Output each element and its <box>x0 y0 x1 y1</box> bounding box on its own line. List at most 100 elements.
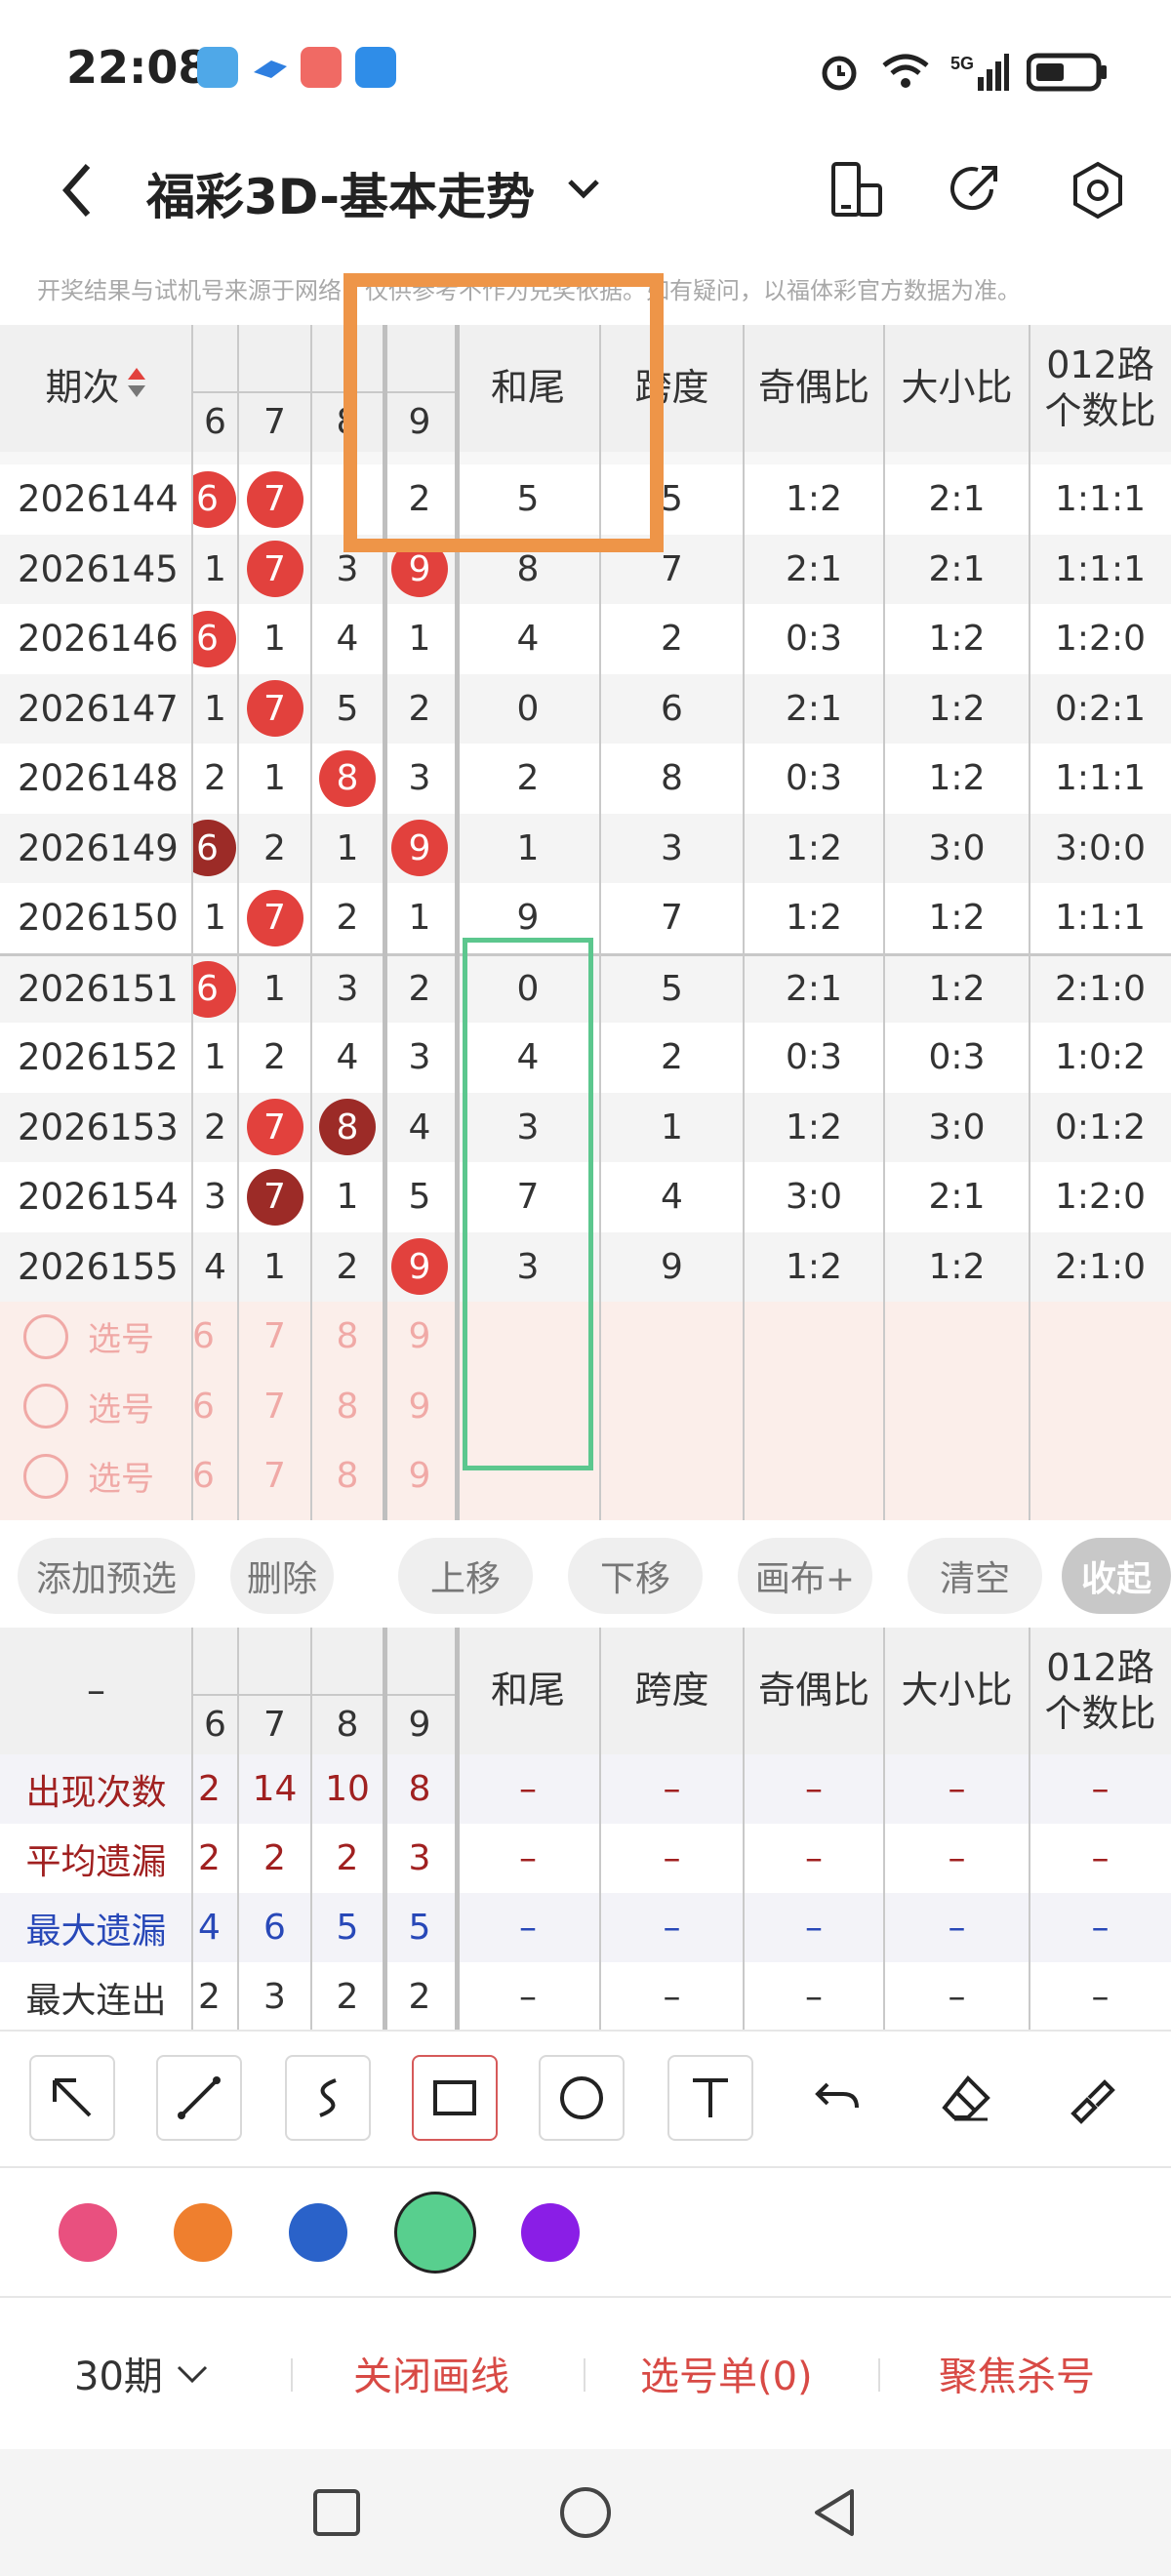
pick-digit[interactable]: 6 <box>192 1441 238 1511</box>
drawn-rectangle-green <box>463 938 593 1470</box>
rotate-screen-button[interactable] <box>822 156 890 224</box>
stats-digit-value: 8 <box>408 1769 431 1809</box>
digit-cell: 4 <box>204 1246 226 1287</box>
period-select-label: 30期 <box>74 2355 163 2399</box>
route-header-line: 个数比 <box>1044 1692 1156 1735</box>
canvas-add-button[interactable]: 画布+ <box>738 1538 872 1614</box>
text-tool[interactable] <box>667 2055 753 2141</box>
sort-arrows-icon[interactable] <box>126 364 147 413</box>
span-cell: 5 <box>661 969 683 1010</box>
line-tool[interactable] <box>156 2055 242 2141</box>
stats-dash: – <box>805 1769 823 1809</box>
back-button[interactable] <box>51 156 109 224</box>
purple-swatch[interactable] <box>521 2203 580 2262</box>
chevron-down-icon[interactable] <box>562 166 605 209</box>
stats-dash: – <box>519 1977 537 2017</box>
period-header[interactable]: 期次 <box>0 325 192 452</box>
period-cell: 2026148 <box>18 757 179 800</box>
pick-select[interactable]: 选号 <box>0 1441 192 1511</box>
orange-swatch[interactable] <box>174 2203 232 2262</box>
table-row[interactable]: 2026148 2 1 8 3 2 8 0:3 1:2 1:1:1 <box>0 744 1171 814</box>
pick-label: 选号 <box>88 1320 154 1360</box>
focus-kill-button[interactable]: 聚焦杀号 <box>939 2339 1095 2407</box>
collapse-button[interactable]: 收起 <box>1062 1538 1171 1614</box>
odd-even-cell: 0:3 <box>786 758 842 799</box>
stats-label: 平均遗漏 <box>25 1841 167 1882</box>
undo-icon <box>815 2082 859 2109</box>
move-up-button[interactable]: 上移 <box>398 1538 533 1614</box>
pick-list-button[interactable]: 选号单(0) <box>640 2339 813 2407</box>
chevron-down-icon <box>177 2365 207 2384</box>
pick-digit[interactable]: 9 <box>384 1372 456 1442</box>
home-icon[interactable] <box>556 2483 615 2542</box>
status-time: 22:08 <box>66 41 210 94</box>
circle-tool[interactable] <box>539 2055 625 2141</box>
close-draw-button[interactable]: 关闭画线 <box>353 2339 509 2407</box>
page-title[interactable]: 福彩3D-基本走势 <box>146 158 535 228</box>
undo-tool[interactable] <box>794 2055 880 2141</box>
pink-swatch[interactable] <box>59 2203 117 2262</box>
pick-digit[interactable]: 6 <box>192 1302 238 1372</box>
digit-cell: 1 <box>263 619 286 660</box>
column-header-route: 012路 个数比 <box>1030 1628 1171 1754</box>
big-small-cell: 0:3 <box>928 1037 986 1078</box>
radio-circle-icon[interactable] <box>23 1384 68 1429</box>
pick-select[interactable]: 选号 <box>0 1372 192 1442</box>
move-down-button[interactable]: 下移 <box>568 1538 703 1614</box>
delete-button[interactable]: 删除 <box>230 1538 334 1614</box>
odd-even-cell: 0:3 <box>786 1037 842 1078</box>
period-cell: 2026150 <box>18 897 179 940</box>
blue-swatch[interactable] <box>289 2203 347 2262</box>
digit-cell: 8 <box>311 1093 384 1163</box>
settings-button[interactable] <box>1064 156 1132 224</box>
pick-digit[interactable]: 9 <box>384 1302 456 1372</box>
number-ball: 9 <box>391 820 448 877</box>
stats-digit-value: 5 <box>336 1908 359 1948</box>
period-cell: 2026151 <box>18 968 179 1011</box>
recent-apps-icon[interactable] <box>307 2483 366 2542</box>
pick-digit[interactable]: 8 <box>311 1372 384 1442</box>
pick-digit[interactable]: 8 <box>311 1302 384 1372</box>
green-swatch[interactable] <box>394 2192 476 2274</box>
table-row[interactable]: 2026146 6 1 4 1 4 2 0:3 1:2 1:2:0 <box>0 604 1171 674</box>
stats-digit-value: 6 <box>263 1908 286 1948</box>
stats-dash: – <box>663 1769 681 1809</box>
add-preselect-button[interactable]: 添加预选 <box>18 1538 195 1614</box>
digit-cell: 5 <box>408 1177 431 1218</box>
table-row[interactable]: 2026149 6 2 1 9 1 3 1:2 3:0 3:0:0 <box>0 813 1171 883</box>
clear-button[interactable]: 清空 <box>908 1538 1042 1614</box>
pick-digit[interactable]: 6 <box>192 1372 238 1442</box>
freehand-tool[interactable] <box>285 2055 371 2141</box>
pick-digit[interactable]: 7 <box>238 1372 311 1442</box>
digit-header-8: 8 <box>336 1704 359 1745</box>
column-divider <box>383 1628 387 2030</box>
big-small-cell: 3:0 <box>928 827 986 868</box>
share-button[interactable] <box>941 156 1009 224</box>
radio-circle-icon[interactable] <box>23 1313 68 1359</box>
odd-even-cell: 1:2 <box>786 479 842 520</box>
table-row[interactable]: 2026147 1 7 5 2 0 6 2:1 1:2 0:2:1 <box>0 673 1171 744</box>
pick-digit[interactable]: 7 <box>238 1302 311 1372</box>
pick-digit[interactable]: 7 <box>238 1441 311 1511</box>
span-cell: 8 <box>661 758 683 799</box>
clear-brush-tool[interactable] <box>1050 2055 1136 2141</box>
number-ball: 7 <box>246 1099 303 1156</box>
rectangle-tool[interactable] <box>412 2055 498 2141</box>
pick-select[interactable]: 选号 <box>0 1302 192 1372</box>
pointer-tool[interactable] <box>29 2055 115 2141</box>
period-cell: 2026149 <box>18 826 179 869</box>
pick-digit[interactable]: 8 <box>311 1441 384 1511</box>
column-divider <box>191 1628 193 2030</box>
pick-digit[interactable]: 9 <box>384 1441 456 1511</box>
back-nav-icon[interactable] <box>805 2483 864 2542</box>
route-header-line: 012路 <box>1046 1645 1154 1689</box>
column-header-dx: 大小比 <box>901 1669 1013 1712</box>
period-select[interactable]: 30期 <box>74 2339 214 2407</box>
column-divider <box>743 325 745 1520</box>
radio-circle-icon[interactable] <box>23 1453 68 1499</box>
eraser-tool[interactable] <box>923 2055 1009 2141</box>
column-divider <box>310 1628 312 2030</box>
column-divider <box>237 325 239 1520</box>
digit-cell: 2 <box>204 758 226 799</box>
number-ball: 6 <box>192 610 236 667</box>
